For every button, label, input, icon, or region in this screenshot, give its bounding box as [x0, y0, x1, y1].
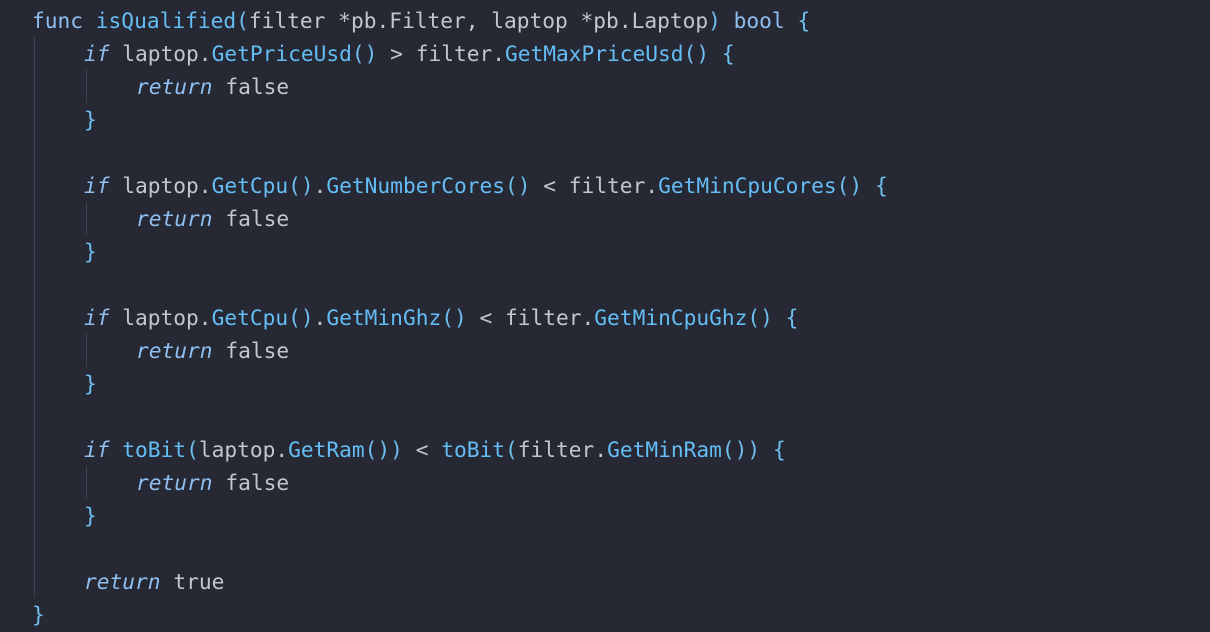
code-token: ()	[288, 305, 314, 330]
code-token: ())	[364, 437, 403, 462]
code-token: {	[785, 305, 799, 330]
code-token: func	[32, 8, 84, 33]
code-token: .	[313, 173, 327, 198]
code-token: return	[84, 569, 161, 594]
code-line[interactable]: }	[84, 499, 97, 532]
code-token: (	[505, 437, 518, 462]
code-token: laptop.	[109, 41, 212, 66]
code-token: if	[84, 437, 110, 462]
code-token: {	[721, 41, 735, 66]
code-token: > filter.	[377, 41, 505, 66]
code-token: GetMinCpuGhz	[594, 305, 748, 330]
code-token: true	[173, 569, 225, 594]
code-token: filter.	[517, 437, 608, 462]
code-token: }	[84, 371, 97, 396]
code-token: }	[84, 239, 97, 264]
code-token: return	[136, 206, 213, 231]
code-token: )	[708, 8, 721, 33]
code-token: GetNumberCores	[326, 173, 505, 198]
code-token: GetMinCpuCores	[658, 173, 837, 198]
indent-guide	[86, 202, 87, 235]
code-line[interactable]: }	[84, 235, 97, 268]
code-token: ()	[836, 173, 863, 198]
code-token: ()	[441, 305, 467, 330]
code-token: laptop.	[109, 173, 212, 198]
code-token: toBit	[122, 437, 187, 462]
code-token: ()	[683, 41, 710, 66]
code-token: GetCpu	[211, 305, 289, 330]
code-token: <	[402, 437, 442, 462]
indent-guide	[86, 466, 87, 499]
code-token: GetMaxPriceUsd	[504, 41, 684, 66]
code-line[interactable]: return false	[136, 202, 289, 235]
code-token: }	[84, 107, 97, 132]
code-token: }	[32, 602, 45, 627]
code-line[interactable]: return true	[84, 565, 224, 598]
indent-guide	[86, 334, 87, 367]
code-token: GetRam	[288, 437, 365, 462]
code-line[interactable]: }	[32, 598, 45, 631]
code-token: {	[874, 173, 888, 198]
code-token: false	[225, 206, 290, 231]
code-line[interactable]: }	[84, 103, 97, 136]
code-token: }	[84, 503, 97, 528]
code-line[interactable]: if toBit(laptop.GetRam()) < toBit(filter…	[84, 433, 786, 466]
code-token: < filter.	[466, 305, 595, 330]
indent-guide	[34, 37, 35, 598]
code-token: return	[136, 470, 213, 495]
indent-guide	[86, 70, 87, 103]
code-token: false	[225, 338, 290, 363]
code-line[interactable]: return false	[136, 70, 289, 103]
code-line[interactable]: }	[84, 367, 97, 400]
code-token: < filter.	[530, 173, 659, 198]
code-token: laptop.	[109, 305, 212, 330]
code-token: (	[236, 8, 249, 33]
code-line[interactable]: if laptop.GetCpu().GetMinGhz() < filter.…	[84, 301, 798, 334]
code-token: ()	[505, 173, 531, 198]
code-line[interactable]: func isQualified(filter *pb.Filter, lapt…	[32, 4, 810, 37]
code-token: return	[136, 74, 213, 99]
code-token: false	[225, 74, 290, 99]
code-token: GetMinRam	[607, 437, 722, 462]
code-token: GetPriceUsd	[211, 41, 352, 66]
code-token: GetCpu	[211, 173, 289, 198]
code-token: filter *pb.Filter, laptop *pb.Laptop	[248, 8, 709, 33]
code-token: toBit	[441, 437, 506, 462]
code-token: GetMinGhz	[326, 305, 442, 330]
code-token: ()	[351, 41, 378, 66]
code-token: ()	[747, 305, 773, 330]
code-token: bool	[733, 8, 785, 33]
code-token: ()	[288, 173, 314, 198]
code-token: if	[84, 41, 110, 66]
code-token: (	[186, 437, 199, 462]
code-editor[interactable]: func isQualified(filter *pb.Filter, lapt…	[0, 0, 1210, 632]
code-line[interactable]: if laptop.GetCpu().GetNumberCores() < fi…	[84, 169, 888, 202]
code-token: if	[84, 173, 110, 198]
code-token: return	[136, 338, 213, 363]
code-token: .	[313, 305, 327, 330]
code-line[interactable]: if laptop.GetPriceUsd() > filter.GetMaxP…	[84, 37, 735, 70]
code-token: if	[84, 305, 110, 330]
code-token: false	[225, 470, 290, 495]
code-token: laptop.	[198, 437, 289, 462]
code-line[interactable]: return false	[136, 466, 289, 499]
code-line[interactable]: return false	[136, 334, 289, 367]
code-token: {	[797, 8, 811, 33]
code-token: ())	[721, 437, 761, 462]
code-token: isQualified	[95, 8, 237, 33]
code-token: {	[772, 437, 786, 462]
